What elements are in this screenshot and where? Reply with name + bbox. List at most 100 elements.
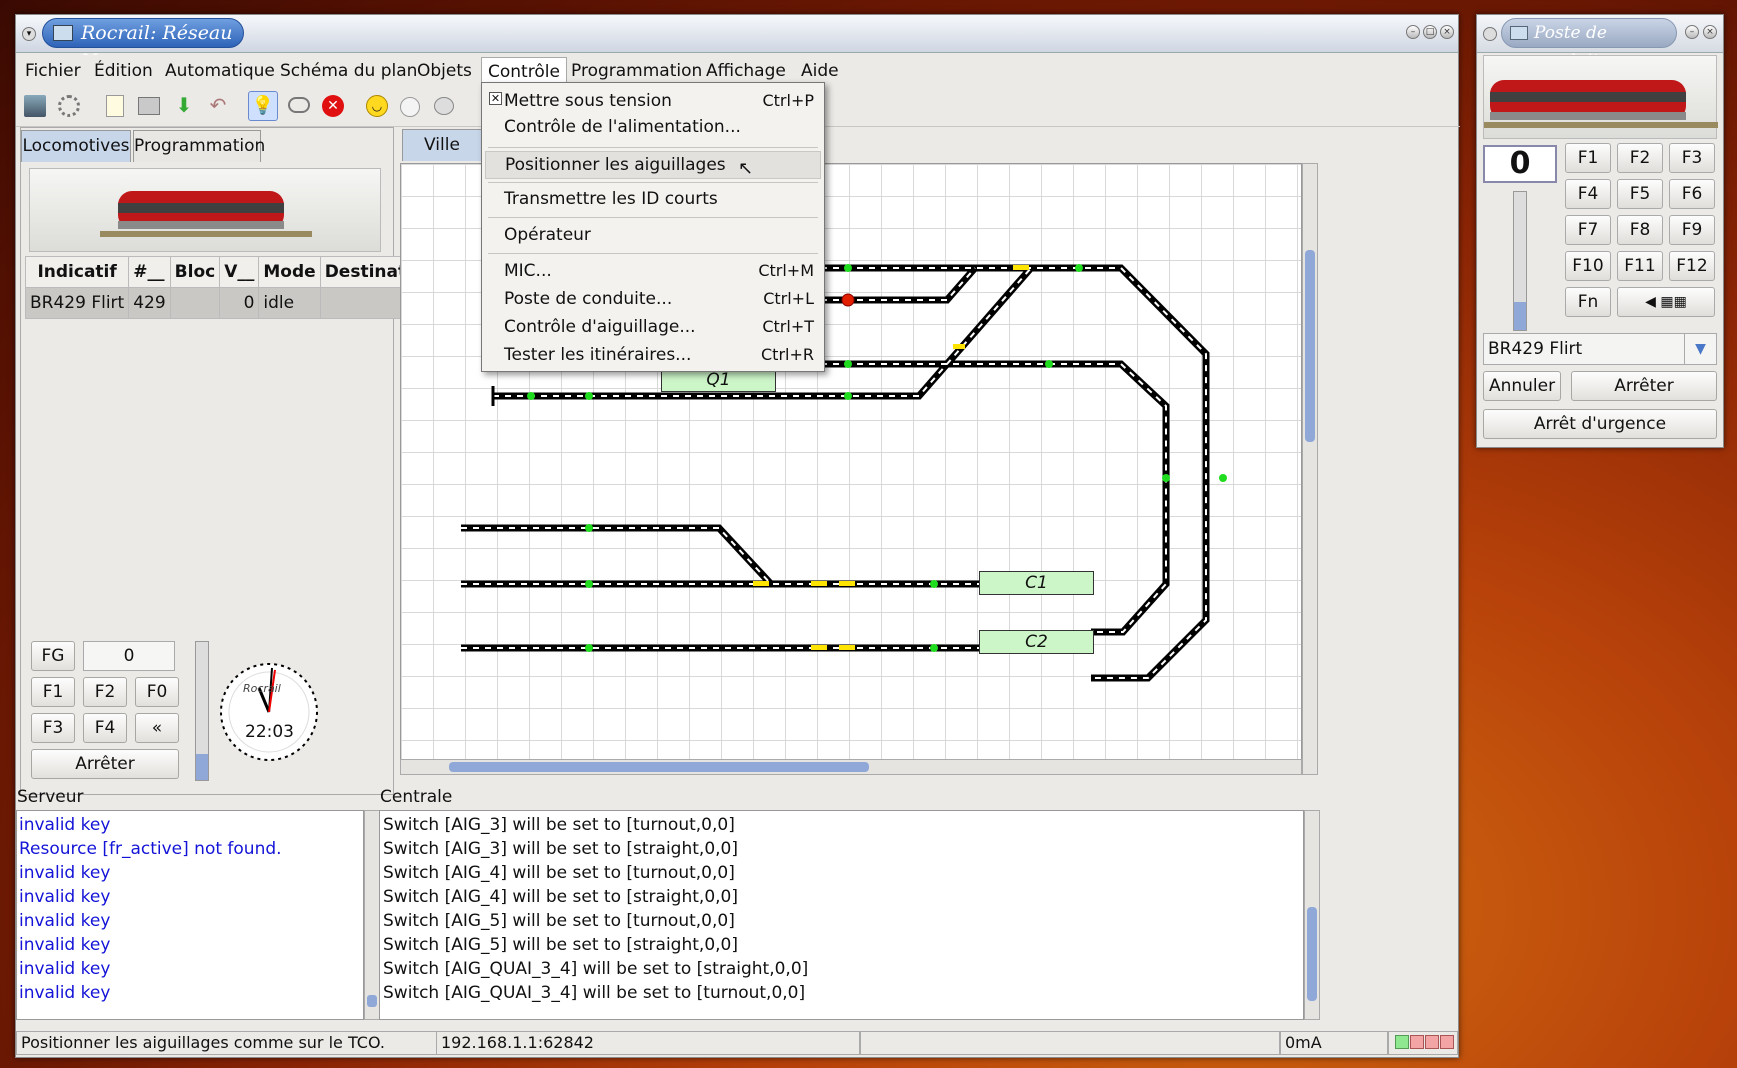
menu-item-transmettre-id[interactable]: Transmettre les ID courts: [482, 185, 824, 213]
tab-ville[interactable]: Ville: [402, 129, 482, 161]
col-v[interactable]: V__: [219, 256, 260, 288]
throttle-speed-display: 0: [1483, 145, 1557, 183]
menu-item-poste-conduite[interactable]: Poste de conduite... Ctrl+L: [482, 285, 824, 313]
tab-locomotives[interactable]: Locomotives: [21, 130, 131, 162]
stop-button[interactable]: Arrêter: [31, 749, 179, 779]
clock-time: 22:03: [245, 722, 294, 742]
undo-icon[interactable]: ↶: [208, 93, 228, 117]
f6-key[interactable]: F6: [1669, 179, 1715, 209]
smiley-icon[interactable]: ◡: [366, 95, 388, 117]
menu-fichier[interactable]: Fichier: [25, 61, 81, 81]
train-picture: [100, 191, 312, 237]
f1-key[interactable]: F1: [1565, 143, 1611, 173]
central-log-scrollbar[interactable]: [1304, 810, 1320, 1020]
fg-button[interactable]: FG: [31, 641, 75, 671]
central-log-title: Centrale: [380, 787, 453, 807]
block-c1[interactable]: C1: [979, 571, 1094, 595]
throttle-close-icon[interactable]: ×: [1703, 25, 1717, 39]
menu-objets[interactable]: Objets: [417, 61, 472, 81]
f12-key[interactable]: F12: [1669, 251, 1715, 281]
menu-item-controle-alimentation[interactable]: Contrôle de l'alimentation...: [482, 115, 824, 143]
speed-slider-handle[interactable]: [196, 754, 208, 780]
menu-item-operateur[interactable]: Opérateur: [482, 221, 824, 249]
throttle-minimize-icon[interactable]: –: [1685, 25, 1699, 39]
save-icon[interactable]: ⬇: [174, 95, 194, 117]
fn-key[interactable]: Fn: [1565, 287, 1611, 317]
f9-key[interactable]: F9: [1669, 215, 1715, 245]
f11-key[interactable]: F11: [1617, 251, 1663, 281]
menu-item-tester-itineraires[interactable]: Tester les itinéraires... Ctrl+R: [482, 341, 824, 369]
loco-select[interactable]: BR429 Flirt ▼: [1483, 333, 1717, 365]
menu-item-mettre-sous-tension[interactable]: Mettre sous tension Ctrl+P: [482, 87, 824, 115]
zoom-icon[interactable]: [434, 97, 454, 115]
server-log-scrollbar[interactable]: [364, 810, 380, 1020]
main-titlebar: ▾ Rocrail: Réseau N – □ ×: [16, 15, 1458, 72]
f8-key[interactable]: F8: [1617, 215, 1663, 245]
bag-icon[interactable]: [400, 97, 420, 117]
close-icon[interactable]: ×: [1440, 25, 1454, 39]
throttle-slider-handle[interactable]: [1514, 302, 1526, 330]
f0-button[interactable]: F0: [135, 677, 179, 707]
central-log-scroll-thumb[interactable]: [1307, 907, 1317, 1001]
throttle-speed-slider[interactable]: [1513, 191, 1527, 331]
f7-key[interactable]: F7: [1565, 215, 1611, 245]
new-file-icon[interactable]: [106, 95, 124, 117]
window-menu-icon[interactable]: ▾: [22, 27, 36, 41]
table-row[interactable]: BR429 Flirt 429 0 idle: [24, 287, 441, 319]
emergency-stop-button[interactable]: Arrêt d'urgence: [1483, 409, 1717, 439]
speed-value-field[interactable]: 0: [83, 641, 175, 671]
menu-programmation[interactable]: Programmation: [571, 61, 702, 81]
menu-aide[interactable]: Aide: [801, 61, 839, 81]
col-indicatif[interactable]: Indicatif: [24, 256, 130, 288]
menu-schema[interactable]: Schéma du plan: [280, 61, 417, 81]
menu-item-mic[interactable]: MIC... Ctrl+M: [482, 257, 824, 285]
menu-separator: [488, 182, 818, 183]
back-button[interactable]: «: [135, 713, 179, 743]
red-signal[interactable]: [841, 293, 855, 307]
f3-button[interactable]: F3: [31, 713, 75, 743]
settings-gears-icon[interactable]: [58, 95, 80, 117]
clock-brand: Rocrail: [243, 682, 281, 695]
f3-key[interactable]: F3: [1669, 143, 1715, 173]
menu-affichage[interactable]: Affichage: [706, 61, 786, 81]
menu-item-controle-aiguillage[interactable]: Contrôle d'aiguillage... Ctrl+T: [482, 313, 824, 341]
cancel-button[interactable]: Annuler: [1483, 371, 1561, 401]
f2-button[interactable]: F2: [83, 677, 127, 707]
f5-key[interactable]: F5: [1617, 179, 1663, 209]
block-c2[interactable]: C2: [979, 630, 1094, 654]
chevron-down-icon[interactable]: ▼: [1684, 334, 1716, 364]
speed-slider[interactable]: [195, 641, 209, 781]
plan-hscroll-thumb[interactable]: [449, 762, 869, 772]
plan-vscroll-thumb[interactable]: [1305, 250, 1315, 442]
server-icon[interactable]: [24, 95, 46, 117]
minimize-icon[interactable]: –: [1406, 25, 1420, 39]
log-line: invalid key: [19, 815, 111, 835]
emergency-stop-icon[interactable]: ✕: [322, 95, 344, 117]
throttle-window-menu-icon[interactable]: [1483, 27, 1497, 41]
col-number[interactable]: #__: [128, 256, 171, 288]
f2-key[interactable]: F2: [1617, 143, 1663, 173]
loco-table: Indicatif #__ Bloc V__ Mode Destination …: [24, 256, 441, 319]
maximize-icon[interactable]: □: [1423, 25, 1437, 39]
server-log-scroll-thumb[interactable]: [367, 995, 377, 1007]
f10-key[interactable]: F10: [1565, 251, 1611, 281]
tab-programmation[interactable]: Programmation: [133, 130, 265, 162]
f4-button[interactable]: F4: [83, 713, 127, 743]
menu-edition[interactable]: Édition: [94, 61, 153, 81]
track-icon[interactable]: [288, 97, 310, 113]
col-mode[interactable]: Mode: [258, 256, 321, 288]
throttle-stop-button[interactable]: Arrêter: [1571, 371, 1717, 401]
power-bulb-icon[interactable]: 💡: [248, 91, 278, 121]
plan-vertical-scrollbar[interactable]: [1302, 163, 1318, 775]
menu-item-positionner-aiguillages[interactable]: Positionner les aiguillages ↖: [485, 151, 821, 179]
log-line: invalid key: [19, 911, 111, 931]
f4-key[interactable]: F4: [1565, 179, 1611, 209]
menu-automatique[interactable]: Automatique: [165, 61, 275, 81]
log-line: Resource [fr_active] not found.: [19, 839, 282, 859]
f1-button[interactable]: F1: [31, 677, 75, 707]
left-panel: Locomotives Programmation Indicatif #__ …: [20, 127, 441, 795]
col-bloc[interactable]: Bloc: [169, 256, 221, 288]
direction-loco-icon[interactable]: ◀ ▦▦: [1617, 287, 1715, 317]
plan-horizontal-scrollbar[interactable]: [400, 759, 1302, 775]
open-folder-icon[interactable]: [138, 97, 160, 115]
